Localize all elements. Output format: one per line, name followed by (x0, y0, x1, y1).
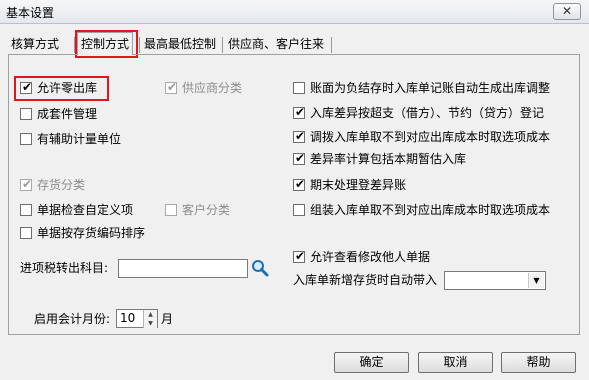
search-icon[interactable] (250, 258, 270, 278)
checkbox-label: 入库差异按超支（借方）、节约（贷方）登记 (310, 106, 545, 120)
auto-bring-in-label: 入库单新增存货时自动带入 (293, 273, 438, 287)
checkbox-box[interactable]: ✔ (293, 177, 306, 191)
checkbox-box: ✔ (20, 177, 33, 191)
start-month-spinner[interactable]: 10 ▲ ▼ (116, 309, 158, 328)
check-icon: ✔ (22, 177, 33, 191)
checkbox-box (165, 204, 177, 216)
checkbox-box[interactable] (293, 82, 305, 94)
checkbox-label: 存货分类 (37, 178, 86, 192)
check-icon: ✔ (295, 249, 306, 263)
check-icon: ✔ (167, 80, 178, 94)
chevron-down-icon[interactable]: ▼ (528, 273, 544, 288)
checkbox-label: 允许查看修改他人单据 (310, 250, 431, 264)
tab-separator (222, 37, 223, 53)
checkbox-box[interactable]: ✔ (293, 151, 306, 165)
window-title: 基本设置 (6, 6, 55, 20)
check-icon: ✔ (295, 129, 306, 143)
checkbox-label: 单据按存货编码排序 (37, 226, 146, 240)
ok-button[interactable]: 确定 (334, 352, 409, 373)
tab-control-method[interactable]: 控制方式 (77, 32, 134, 55)
tab-separator (139, 37, 140, 53)
checkbox-label: 调拨入库单取不到对应出库成本时取选项成本 (310, 130, 551, 144)
checkbox-label: 供应商分类 (182, 81, 243, 95)
checkbox-label: 客户分类 (182, 203, 231, 217)
checkbox-box[interactable]: ✔ (293, 105, 306, 119)
checkbox-label: 差异率计算包括本期暂估入库 (310, 152, 467, 166)
checkbox-label: 账面为负结存时入库单记账自动生成出库调整 (310, 81, 551, 95)
title-bar: 基本设置 ✕ (0, 0, 589, 24)
checkbox-label: 单据检查自定义项 (37, 203, 134, 217)
check-icon: ✔ (295, 151, 306, 165)
checkbox-label: 期末处理登差异账 (310, 178, 407, 192)
tab-supplier-customer[interactable]: 供应商、客户往来 (228, 34, 324, 55)
checkbox-box[interactable]: ✔ (293, 129, 306, 143)
tab-max-min-control[interactable]: 最高最低控制 (144, 34, 216, 55)
checkbox-box: ✔ (165, 80, 178, 94)
help-button[interactable]: 帮助 (501, 352, 576, 373)
check-icon: ✔ (295, 177, 306, 191)
auto-bring-in-select[interactable]: ▼ (444, 271, 546, 290)
start-month-label: 启用会计月份: (34, 312, 111, 326)
highlight-box-option (14, 76, 109, 101)
checkbox-box[interactable] (20, 108, 32, 120)
cancel-button[interactable]: 取消 (418, 352, 493, 373)
tax-account-label: 进项税转出科目: (20, 261, 109, 275)
checkbox-label: 成套件管理 (37, 107, 98, 121)
tax-account-input[interactable] (118, 259, 248, 278)
tab-separator (331, 37, 332, 53)
start-month-unit: 月 (161, 312, 174, 326)
checkbox-box[interactable] (20, 204, 32, 216)
check-icon: ✔ (295, 105, 306, 119)
checkbox-box[interactable] (20, 227, 32, 239)
checkbox-box[interactable]: ✔ (293, 249, 306, 263)
checkbox-label: 有辅助计量单位 (37, 132, 122, 146)
tab-accounting-method[interactable]: 核算方式 (11, 34, 59, 55)
close-icon[interactable]: ✕ (553, 3, 581, 20)
start-month-value[interactable]: 10 (120, 310, 135, 327)
spin-down-icon[interactable]: ▼ (143, 319, 157, 328)
checkbox-box[interactable] (293, 204, 305, 216)
checkbox-label: 组装入库单取不到对应出库成本时取选项成本 (310, 203, 551, 217)
checkbox-box[interactable] (20, 133, 32, 145)
